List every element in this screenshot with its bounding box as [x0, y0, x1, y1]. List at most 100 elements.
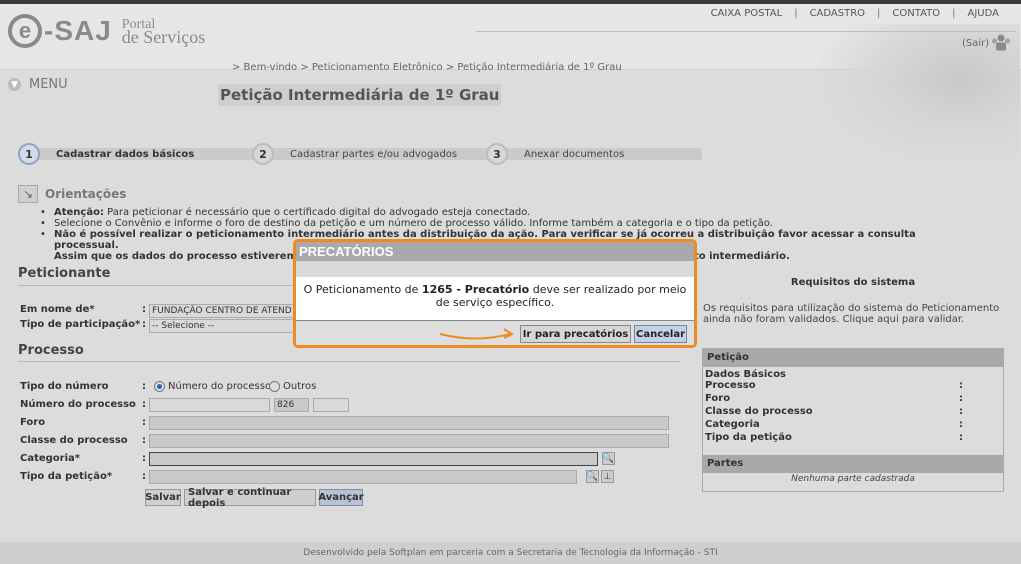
- partes-empty-text: Nenhuma parte cadastrada: [791, 474, 915, 484]
- step-2: 2 Cadastrar partes e/ou advogados: [252, 143, 457, 165]
- note-text: Selecione o Convênio e informe o foro de…: [54, 218, 773, 229]
- tipo-participacao-label: Tipo de participação*: [20, 319, 141, 330]
- tipo-peticao-input[interactable]: [149, 470, 577, 484]
- radio-outros[interactable]: Outros: [269, 381, 316, 392]
- ir-para-precatorios-button[interactable]: Ir para precatórios: [520, 325, 631, 343]
- colon: :: [142, 453, 146, 464]
- peticao-box-header: Petição: [703, 349, 1003, 367]
- summary-label: Tipo da petição: [705, 432, 792, 443]
- logo-e-circle: e: [8, 14, 42, 48]
- partes-header: Partes: [703, 455, 1003, 473]
- colon: :: [142, 471, 146, 482]
- nav-cadastro[interactable]: CADASTRO: [798, 8, 877, 19]
- arrow-down-right-icon: ↘: [18, 185, 38, 203]
- summary-label: Classe do processo: [705, 406, 813, 417]
- modal-header-strip: [296, 261, 694, 277]
- modal-msg-pre: O Peticionamento de: [303, 283, 422, 296]
- categoria-label: Categoria*: [20, 453, 81, 464]
- arrow-right-icon: [439, 328, 515, 340]
- cancelar-button[interactable]: Cancelar: [634, 325, 687, 343]
- step-number: 1: [18, 143, 40, 165]
- logo-portal-line2: de Serviços: [121, 27, 206, 47]
- precatorios-modal: PRECATÓRIOS O Peticionamento de 1265 - P…: [293, 239, 697, 348]
- numero-processo-input[interactable]: [149, 398, 270, 412]
- modal-footer: Ir para precatórios Cancelar: [296, 320, 694, 345]
- breadcrumb: > Bem-vindo > Peticionamento Eletrônico …: [232, 62, 622, 73]
- numero-processo-input-2[interactable]: [313, 398, 349, 412]
- step-label: Anexar documentos: [524, 148, 625, 160]
- esaj-logo[interactable]: e -SAJ Portal de Serviços: [8, 14, 205, 48]
- processo-title: Processo: [18, 343, 84, 358]
- menu-toggle[interactable]: ▼ MENU: [8, 77, 68, 92]
- step-label: Cadastrar dados básicos: [56, 148, 195, 160]
- section-divider: [18, 361, 680, 362]
- note-text: Para peticionar é necessário que o certi…: [103, 207, 531, 218]
- header-divider: [476, 31, 1016, 32]
- classe-field: [149, 434, 669, 448]
- summary-row: Tipo da petição:: [703, 432, 1003, 445]
- summary-label: Categoria: [705, 419, 760, 430]
- categoria-input[interactable]: [149, 452, 598, 466]
- colon: :: [142, 304, 146, 315]
- chevron-down-icon: ▼: [8, 78, 21, 91]
- page-title: Petição Intermediária de 1º Grau: [218, 84, 502, 106]
- dados-basicos-title: Dados Básicos: [705, 369, 787, 380]
- orientacoes-header: ↘ Orientações: [18, 185, 126, 203]
- colon: :: [142, 381, 146, 392]
- radio-empty-icon: [269, 381, 280, 392]
- modal-message: O Peticionamento de 1265 - Precatório de…: [296, 277, 694, 317]
- peticionante-title: Peticionante: [18, 266, 111, 281]
- tipo-peticao-label: Tipo da petição*: [20, 471, 113, 482]
- numero-processo-foro-code: 826: [274, 398, 309, 412]
- foro-label: Foro: [20, 417, 46, 428]
- radio-label: Número do processo: [168, 381, 272, 392]
- colon: :: [142, 417, 146, 428]
- numero-processo-label: Número do processo: [20, 399, 136, 410]
- summary-row: Classe do processo:: [703, 406, 1003, 419]
- step-3: 3 Anexar documentos: [486, 143, 624, 165]
- note-line: Selecione o Convênio e informe o foro de…: [40, 218, 940, 229]
- radio-numero-processo[interactable]: Número do processo: [154, 381, 271, 392]
- foro-field: [149, 416, 669, 430]
- colon: :: [142, 399, 146, 410]
- requisitos-link[interactable]: Os requisitos para utilização do sistema…: [703, 303, 1008, 325]
- note-bold: Assim que os dados do processo estiverem…: [54, 251, 325, 262]
- salvar-continuar-button[interactable]: Salvar e continuar depois: [184, 487, 316, 509]
- colon: :: [142, 435, 146, 446]
- summary-label: Processo: [705, 380, 756, 391]
- summary-row: Categoria:: [703, 419, 1003, 432]
- salvar-button[interactable]: Salvar: [145, 489, 181, 506]
- radio-selected-icon: [154, 381, 165, 392]
- top-nav: CAIXA POSTAL | CADASTRO | CONTATO | AJUD…: [699, 8, 1011, 19]
- search-icon[interactable]: 🔍: [586, 470, 599, 483]
- user-group-icon[interactable]: [990, 32, 1012, 54]
- nav-ajuda[interactable]: AJUDA: [956, 8, 1011, 19]
- nav-contato[interactable]: CONTATO: [880, 8, 952, 19]
- em-nome-de-select[interactable]: FUNDAÇÃO CENTRO DE ATEND: [149, 304, 299, 318]
- peticao-summary-box: Petição Dados Básicos Processo: Foro: Cl…: [702, 348, 1004, 492]
- menu-label: MENU: [29, 77, 68, 92]
- search-icon[interactable]: 🔍: [602, 452, 615, 465]
- colon: :: [959, 380, 963, 391]
- summary-row: Foro:: [703, 393, 1003, 406]
- summary-label: Foro: [705, 393, 731, 404]
- note-bold-tail: to intermediário.: [694, 251, 790, 262]
- radio-label: Outros: [283, 381, 317, 392]
- step-number: 3: [486, 143, 508, 165]
- nav-caixa-postal[interactable]: CAIXA POSTAL: [699, 8, 795, 19]
- logo-saj-text: -SAJ: [44, 15, 112, 46]
- avancar-button[interactable]: Avançar: [318, 489, 364, 506]
- requisitos-title: Requisitos do sistema: [790, 277, 916, 288]
- summary-row: Processo:: [703, 380, 1003, 393]
- colon: :: [142, 319, 146, 330]
- note-bold: Atenção:: [54, 207, 104, 218]
- step-number: 2: [252, 143, 274, 165]
- sair-link[interactable]: (Sair): [962, 38, 989, 49]
- tipo-numero-label: Tipo do número: [20, 381, 109, 392]
- header: e -SAJ Portal de Serviços CAIXA POSTAL |…: [0, 4, 1021, 164]
- tipo-participacao-select[interactable]: -- Selecione --: [149, 319, 299, 333]
- modal-title: PRECATÓRIOS: [296, 242, 694, 261]
- tree-view-icon[interactable]: ⊥: [601, 470, 614, 483]
- page: e -SAJ Portal de Serviços CAIXA POSTAL |…: [0, 0, 1021, 564]
- colon: :: [959, 419, 963, 430]
